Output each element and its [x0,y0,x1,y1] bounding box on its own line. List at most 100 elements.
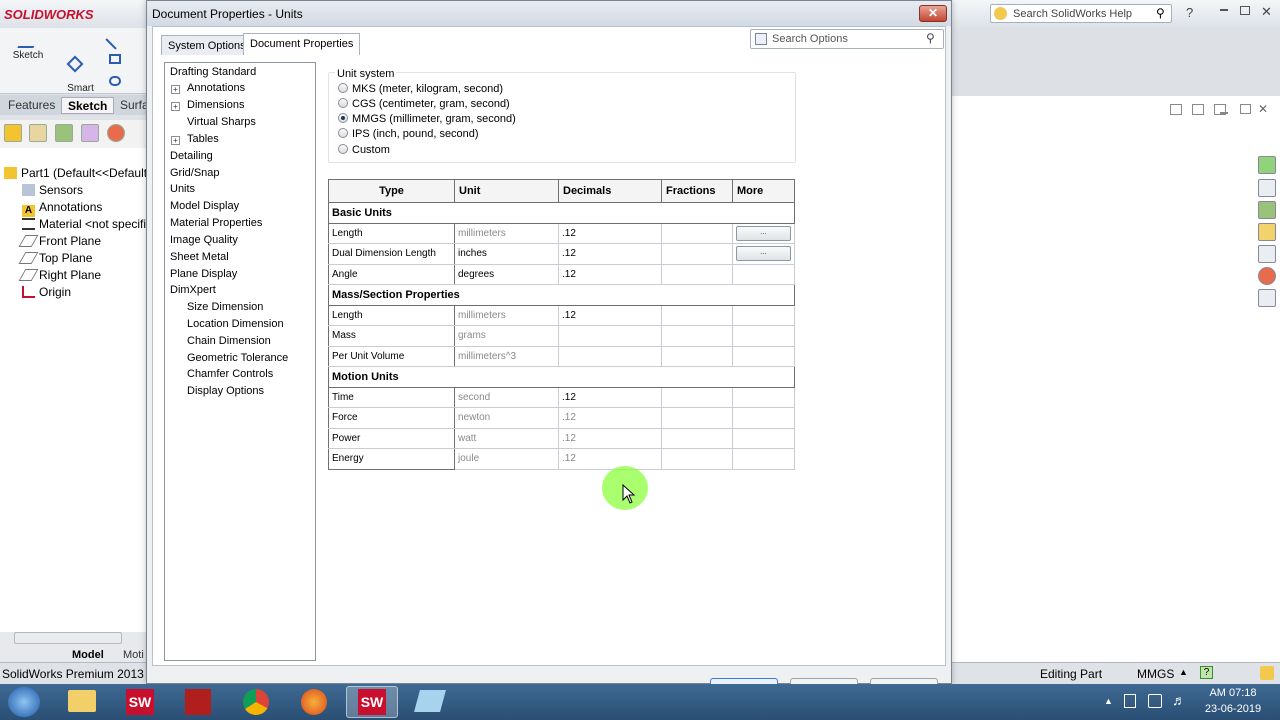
clock-time[interactable]: AM 07:18 [1203,687,1263,699]
tag-icon[interactable] [1260,666,1274,680]
restore-icon[interactable] [1240,104,1251,114]
nav-units[interactable]: Units [170,183,195,195]
help-search-box[interactable]: Search SolidWorks Help ⚲ [990,4,1172,23]
decimals-cell[interactable]: .12 [558,243,662,265]
rectangle-icon[interactable] [109,54,121,64]
tree-item-right-plane[interactable]: Right Plane [18,268,101,282]
nav-image-quality[interactable]: Image Quality [170,234,238,246]
unit-cell[interactable]: millimeters [454,222,559,244]
design-library-icon[interactable] [1258,201,1276,219]
decimals-cell[interactable]: .12 [558,386,662,408]
nav-detailing[interactable]: Detailing [170,150,213,162]
rebuild-icon[interactable]: ? [1200,666,1213,679]
custom-properties-icon[interactable] [1258,289,1276,307]
nav-plane-display[interactable]: Plane Display [170,268,237,280]
horizontal-scrollbar[interactable] [14,632,122,644]
help-icon[interactable]: ? [1186,5,1193,20]
nav-virtual-sharps[interactable]: Virtual Sharps [187,116,256,128]
tree-item-annotations[interactable]: A Annotations [22,200,102,217]
nav-annotations[interactable]: Annotations [187,82,245,94]
decimals-cell[interactable]: .12 [558,263,662,285]
radio-mmgs[interactable]: MMGS (millimeter, gram, second) [338,113,516,125]
unit-cell[interactable]: inches [454,243,559,265]
nav-dimensions[interactable]: Dimensions [187,99,244,111]
minimize-icon[interactable] [1220,9,1228,11]
dialog-close-button[interactable]: ✕ [919,5,947,22]
more-button[interactable]: ... [736,225,791,241]
nav-material-properties[interactable]: Material Properties [170,217,262,229]
configuration-manager-icon[interactable] [55,124,73,142]
tree-root-part[interactable]: Part1 (Default<<Default> [4,166,154,180]
tree-item-material[interactable]: Material <not specified> [22,217,166,231]
slot-icon[interactable] [109,76,121,86]
decimals-cell[interactable]: .12 [558,304,662,326]
tray-expand-icon[interactable]: ▲ [1104,696,1113,706]
radio-custom[interactable]: Custom [338,144,390,156]
feature-manager-icon[interactable] [4,124,22,142]
tree-item-origin[interactable]: Origin [22,285,71,299]
tab-system-options[interactable]: System Options [161,35,253,55]
unit-cell[interactable]: grams [454,325,559,347]
line-icon[interactable] [105,28,127,50]
nav-chain-dimension[interactable]: Chain Dimension [187,335,271,347]
taskbar-app[interactable] [404,686,456,718]
nav-sheet-metal[interactable]: Sheet Metal [170,251,229,263]
taskbar-solidworks-active[interactable]: SW [346,686,398,718]
expand-icon[interactable]: + [171,136,180,145]
unit-cell[interactable]: degrees [454,263,559,285]
tile-icon[interactable] [1170,104,1182,115]
nav-drafting-standard[interactable]: Drafting Standard [170,66,256,78]
volume-icon[interactable]: ♬ [1172,692,1186,708]
sketch-button[interactable]: Sketch [8,34,48,62]
tree-item-top-plane[interactable]: Top Plane [18,251,92,265]
fractions-cell[interactable] [661,243,733,265]
tab-features[interactable]: Features [2,97,61,114]
chevron-up-icon[interactable]: ▲ [1179,667,1188,677]
nav-chamfer-controls[interactable]: Chamfer Controls [187,368,273,380]
property-manager-icon[interactable] [29,124,47,142]
tab-model[interactable]: Model [72,649,104,661]
nav-dimxpert[interactable]: DimXpert [170,284,216,296]
action-center-icon[interactable] [1124,694,1136,708]
expand-icon[interactable]: + [171,102,180,111]
start-button[interactable] [8,687,40,717]
file-explorer-icon[interactable] [1258,223,1276,241]
close-icon[interactable]: ✕ [1258,102,1268,116]
radio-cgs[interactable]: CGS (centimeter, gram, second) [338,98,510,110]
nav-geometric-tolerance[interactable]: Geometric Tolerance [187,352,288,364]
restore-icon[interactable] [1240,6,1250,15]
radio-ips[interactable]: IPS (inch, pound, second) [338,128,479,140]
display-manager-icon[interactable] [107,124,125,142]
taskbar-acrobat[interactable] [172,686,224,718]
minimize-icon[interactable] [1220,112,1228,114]
tab-sketch[interactable]: Sketch [61,97,115,114]
tile-icon[interactable] [1192,104,1204,115]
decimals-cell[interactable]: .12 [558,222,662,244]
unit-cell[interactable]: millimeters^3 [454,345,559,367]
radio-mks[interactable]: MKS (meter, kilogram, second) [338,83,503,95]
taskbar-firefox[interactable] [288,686,340,718]
appearances-icon[interactable] [1258,267,1276,285]
fractions-cell[interactable] [661,222,733,244]
nav-location-dimension[interactable]: Location Dimension [187,318,284,330]
tab-motion[interactable]: Moti [123,649,144,661]
search-options-input[interactable]: Search Options ⚲ [750,29,944,49]
nav-display-options[interactable]: Display Options [187,385,264,397]
tab-document-properties[interactable]: Document Properties [243,33,361,55]
nav-size-dimension[interactable]: Size Dimension [187,301,263,313]
expand-icon[interactable]: + [171,85,180,94]
taskbar-explorer[interactable] [56,686,108,718]
close-icon[interactable]: ✕ [1261,4,1272,20]
home-icon[interactable] [1258,179,1276,197]
taskbar-solidworks[interactable]: SW [114,686,166,718]
clock-date[interactable]: 23-06-2019 [1200,703,1266,715]
tree-item-sensors[interactable]: Sensors [22,183,83,197]
view-palette-icon[interactable] [1258,245,1276,263]
tree-item-front-plane[interactable]: Front Plane [18,234,101,248]
more-button[interactable]: ... [736,246,791,262]
nav-model-display[interactable]: Model Display [170,200,239,212]
resources-icon[interactable] [1258,156,1276,174]
unit-system-status[interactable]: MMGS [1137,667,1174,681]
nav-tables[interactable]: Tables [187,133,219,145]
network-icon[interactable] [1148,694,1162,708]
